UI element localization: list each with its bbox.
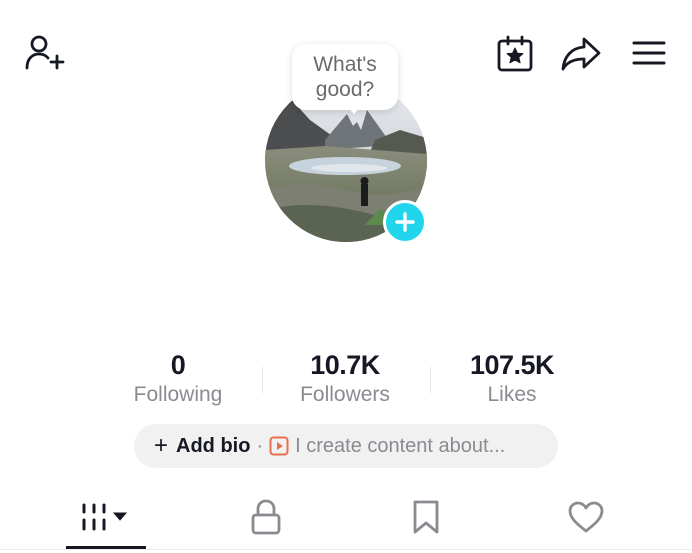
followers-count: 10.7K — [310, 350, 380, 380]
hamburger-menu-icon — [631, 39, 667, 67]
following-label: Following — [133, 383, 223, 406]
calendar-star-icon — [496, 35, 534, 73]
add-bio-button[interactable]: + Add bio · I create content about... — [134, 424, 558, 468]
share-arrow-icon — [560, 36, 602, 72]
followers-label: Followers — [300, 383, 390, 406]
add-bio-label: Add bio — [176, 434, 251, 457]
status-bubble[interactable]: What's good? — [292, 44, 398, 110]
bubble-text-line1: What's — [313, 53, 377, 76]
bookmark-icon — [411, 499, 441, 535]
share-button[interactable] — [558, 34, 604, 74]
stat-followers[interactable]: 10.7K Followers — [265, 350, 425, 407]
stat-likes[interactable]: 107.5K Likes — [432, 350, 592, 407]
plus-icon: + — [154, 432, 169, 459]
tab-private[interactable] — [226, 492, 306, 542]
bio-hint-text: I create content about... — [295, 434, 506, 457]
tab-liked[interactable] — [546, 492, 626, 542]
bubble-text-line2: good? — [315, 78, 375, 101]
stat-divider — [262, 367, 263, 393]
likes-label: Likes — [487, 383, 537, 406]
heart-icon — [567, 500, 605, 534]
video-play-icon — [269, 436, 289, 456]
plus-icon — [394, 211, 416, 233]
menu-button[interactable] — [626, 36, 672, 70]
lock-icon — [249, 498, 283, 536]
bio-separator: · — [256, 434, 264, 457]
likes-count: 107.5K — [469, 350, 555, 380]
stat-divider — [430, 367, 431, 393]
calendar-button[interactable] — [494, 34, 536, 74]
stat-following[interactable]: 0 Following — [98, 350, 258, 407]
following-count: 0 — [170, 350, 186, 380]
tab-videos-grid[interactable] — [66, 492, 146, 542]
add-avatar-button[interactable] — [383, 200, 427, 244]
person-plus-icon — [22, 33, 66, 73]
grid-dropdown-icon — [78, 500, 134, 534]
bubble-tail — [345, 104, 363, 114]
tabs-divider — [0, 549, 692, 550]
add-friend-button[interactable] — [20, 32, 68, 74]
tab-saved[interactable] — [386, 492, 466, 542]
